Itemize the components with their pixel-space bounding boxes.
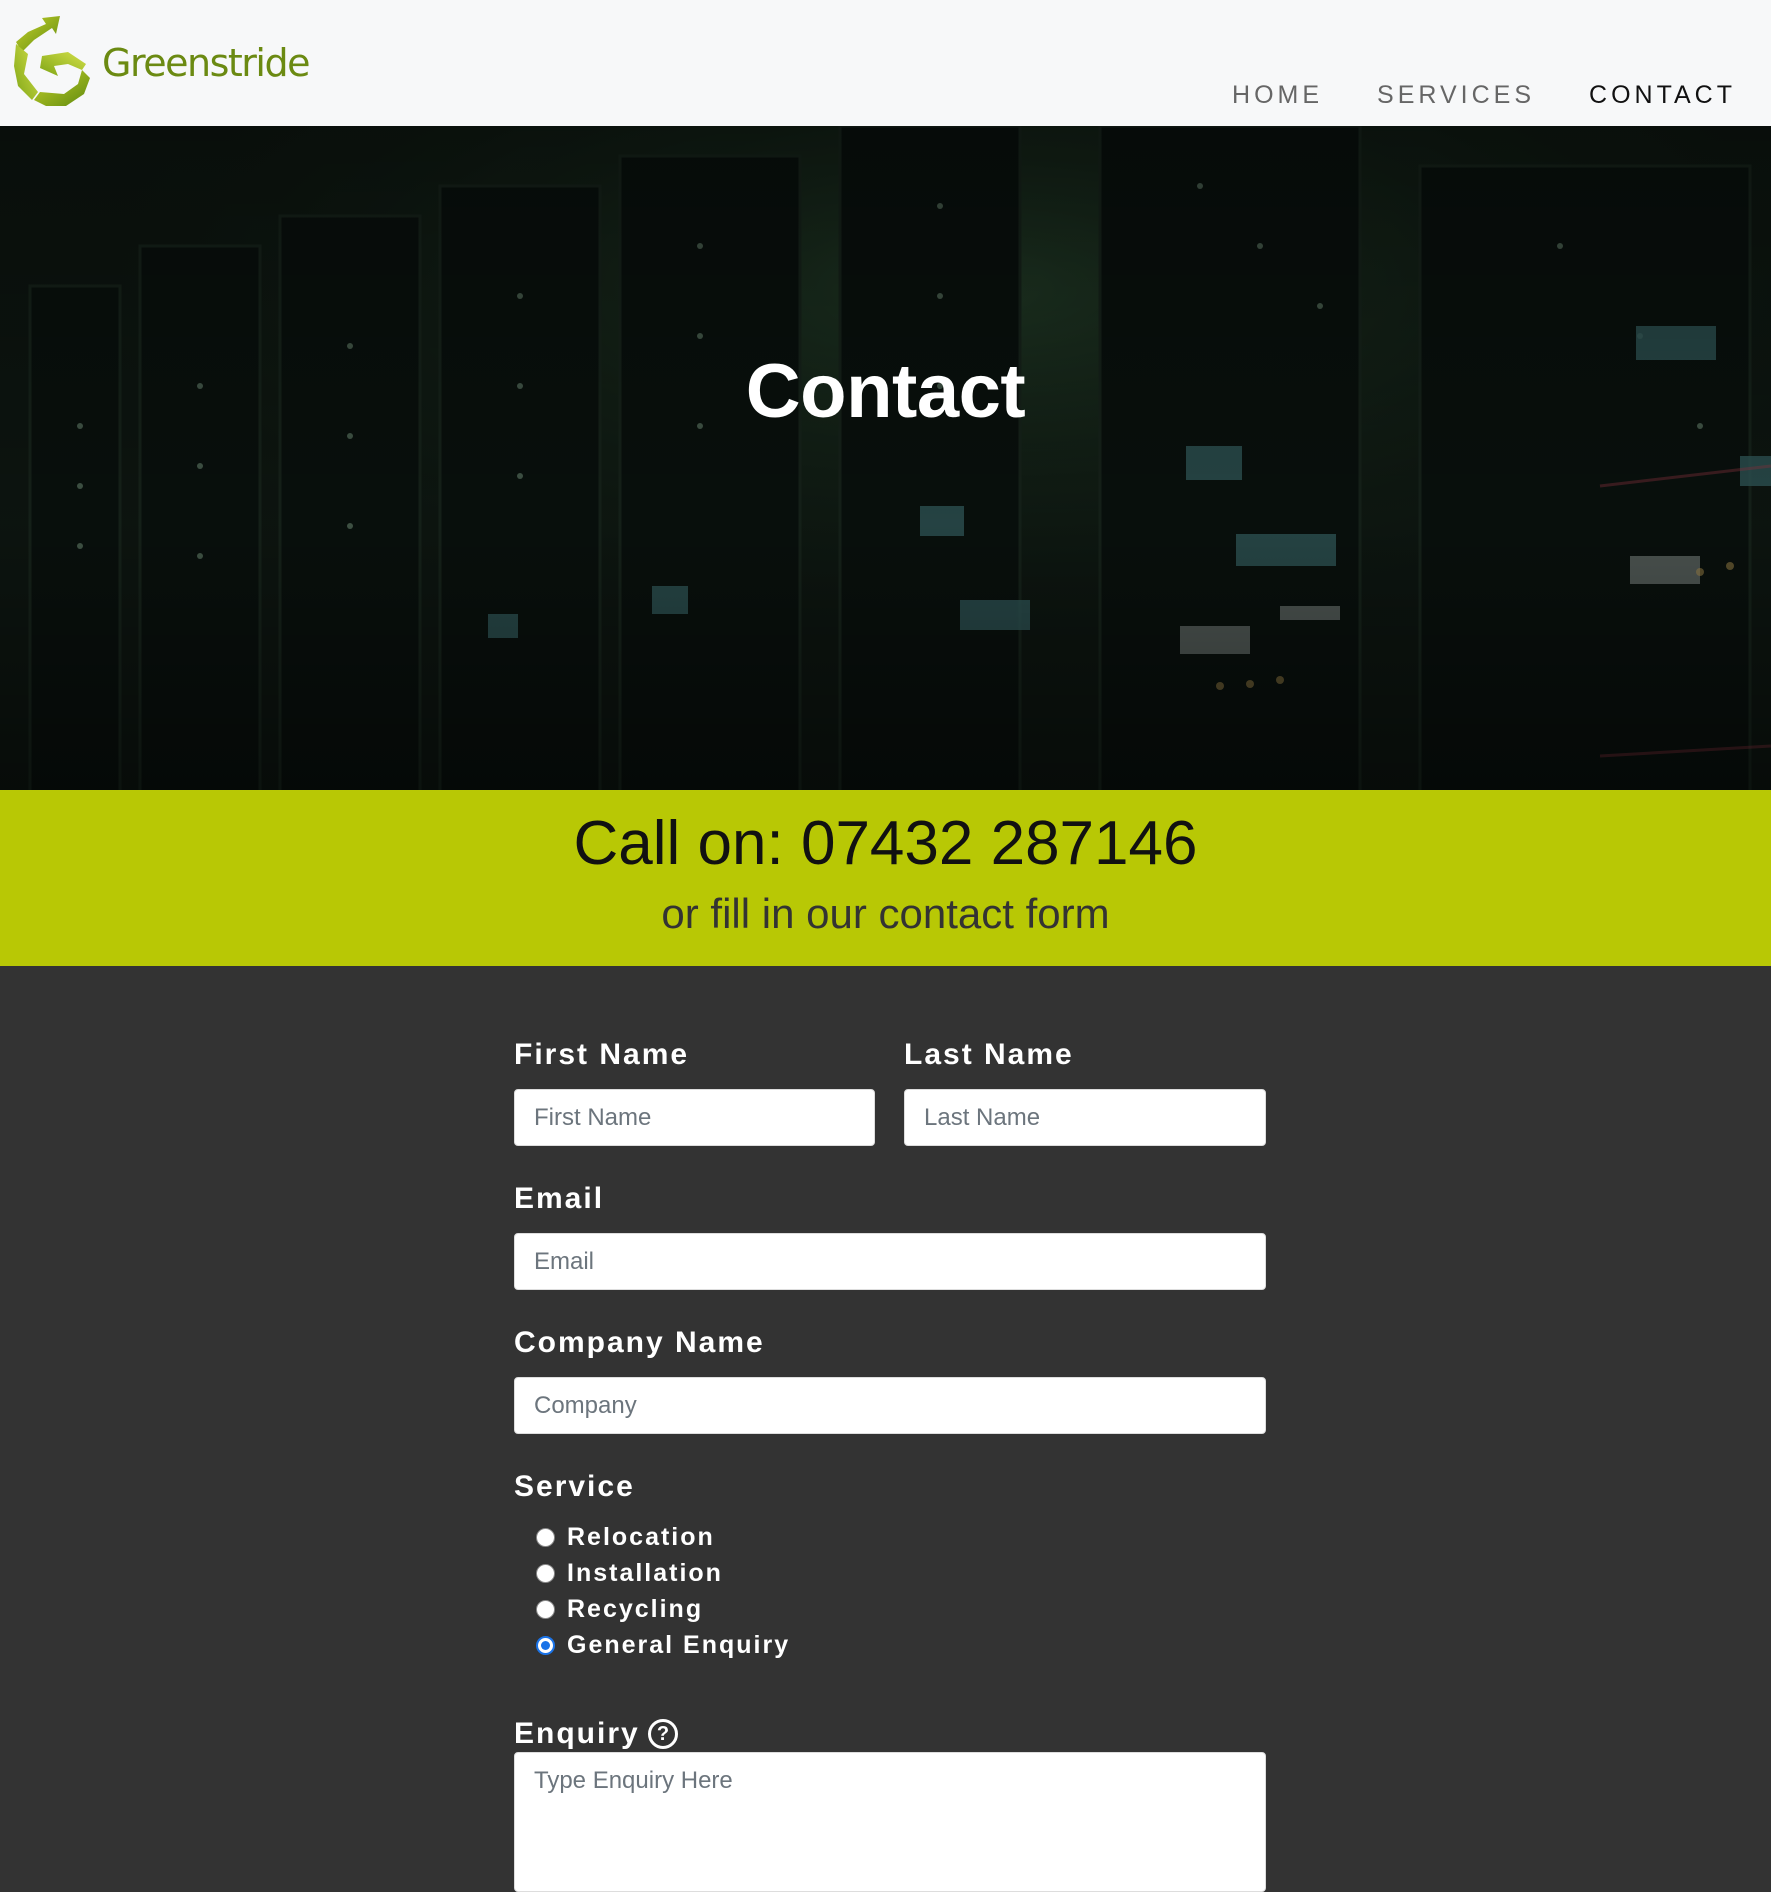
service-label: Service	[514, 1470, 635, 1503]
server-room-background-image	[0, 126, 1771, 790]
site-header: Greenstride HOME SERVICES CONTACT	[0, 0, 1771, 126]
service-option-general-enquiry[interactable]: General Enquiry	[536, 1630, 790, 1660]
enquiry-label: Enquiry	[514, 1717, 640, 1750]
contact-form-subline: or fill in our contact form	[661, 890, 1110, 937]
question-circle-icon[interactable]: ?	[648, 1719, 678, 1749]
call-to-action-band: Call on: 07432 287146 or fill in our con…	[0, 790, 1771, 966]
brand-logo-link[interactable]: Greenstride	[12, 10, 310, 114]
nav-contact[interactable]: CONTACT	[1589, 80, 1736, 110]
last-name-label: Last Name	[904, 1038, 1074, 1071]
nav-home[interactable]: HOME	[1232, 80, 1323, 110]
greenstride-arrows-logo-icon	[14, 16, 90, 106]
company-name-label: Company Name	[514, 1326, 765, 1359]
radio-button-selected[interactable]	[536, 1635, 555, 1655]
nav-services[interactable]: SERVICES	[1377, 80, 1535, 110]
radio-button[interactable]	[536, 1599, 555, 1619]
radio-button[interactable]	[536, 1563, 555, 1583]
page-title: Contact	[745, 349, 1026, 434]
radio-label: Installation	[567, 1558, 723, 1587]
first-name-input[interactable]	[514, 1089, 875, 1146]
enquiry-textarea[interactable]	[514, 1752, 1266, 1892]
service-option-recycling[interactable]: Recycling	[536, 1594, 703, 1624]
company-input[interactable]	[514, 1377, 1266, 1434]
radio-label: Recycling	[567, 1594, 704, 1623]
contact-form: First Name Last Name Email Company Name …	[0, 966, 1771, 1892]
email-label: Email	[514, 1182, 605, 1215]
hero-banner: Contact	[0, 126, 1771, 790]
radio-button[interactable]	[536, 1527, 555, 1547]
radio-label: Relocation	[567, 1522, 715, 1551]
brand-name: Greenstride	[102, 41, 310, 85]
phone-call-line: Call on: 07432 287146	[573, 809, 1198, 878]
radio-label: General Enquiry	[567, 1630, 791, 1659]
service-option-installation[interactable]: Installation	[536, 1558, 723, 1588]
service-option-relocation[interactable]: Relocation	[536, 1522, 715, 1552]
first-name-label: First Name	[514, 1038, 690, 1071]
email-input[interactable]	[514, 1233, 1266, 1290]
last-name-input[interactable]	[904, 1089, 1266, 1146]
main-nav: HOME SERVICES CONTACT	[1178, 80, 1736, 110]
